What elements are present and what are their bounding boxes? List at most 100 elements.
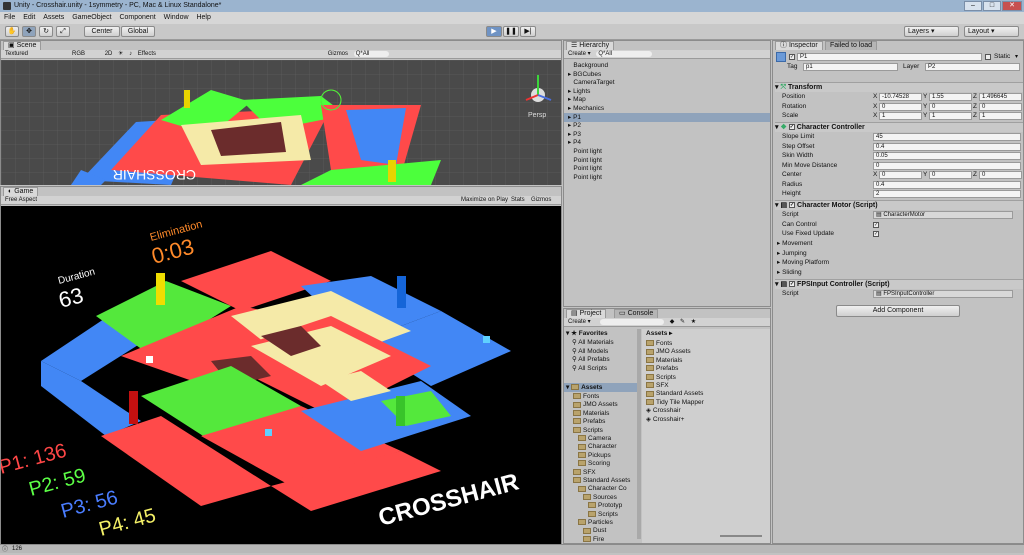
menu-component[interactable]: Component	[119, 14, 155, 21]
stats-toggle[interactable]: Stats	[511, 196, 525, 205]
aspect-dropdown[interactable]: Free Aspect	[5, 197, 37, 203]
tree-scrollbar[interactable]	[637, 329, 641, 539]
motor-script-field[interactable]: ▤ CharacterMotor	[873, 211, 1013, 219]
motor-foldout[interactable]: ▸ Movement	[777, 239, 812, 248]
character-controller-enabled[interactable]: ✓	[788, 124, 795, 131]
transform-z-field[interactable]: 1	[979, 112, 1022, 120]
favorite-item[interactable]: ⚲ All Scripts	[572, 364, 607, 373]
menu-assets[interactable]: Assets	[43, 14, 64, 21]
transform-x-field[interactable]: 0	[879, 102, 922, 111]
center-y-field[interactable]: 0	[929, 171, 972, 179]
fps-input-enabled[interactable]: ✓	[789, 281, 796, 288]
motor-foldout[interactable]: ▸ Sliding	[777, 268, 802, 277]
cc-value-field[interactable]: 0.4	[873, 142, 1021, 151]
tab-game[interactable]: ◐ Game	[3, 187, 39, 196]
filter-type-icon[interactable]: ◆	[670, 319, 675, 325]
layout-dropdown[interactable]: Layout ▾	[964, 26, 1019, 37]
tab-failed-to-load[interactable]: Failed to load	[825, 41, 878, 50]
hierarchy-search-input[interactable]: Q*All	[596, 51, 653, 57]
tab-hierarchy[interactable]: ☰ Hierarchy	[566, 41, 615, 50]
icon-size-slider[interactable]	[720, 535, 762, 537]
tab-console[interactable]: ▭ Console	[614, 309, 659, 318]
scale-tool-icon[interactable]: ⤢	[56, 26, 70, 37]
cc-value-field[interactable]: 0.4	[873, 180, 1021, 189]
game-viewport[interactable]: Elimination 0:03 Duration 63 P1: 136 P2:…	[1, 206, 561, 544]
hand-tool-icon[interactable]: ✋	[5, 26, 19, 37]
cc-value-field[interactable]: 45	[873, 133, 1021, 141]
menu-gameobject[interactable]: GameObject	[72, 14, 111, 21]
assets-breadcrumb[interactable]: Assets ▸	[646, 329, 672, 338]
game-gizmos-dropdown[interactable]: Gizmos	[531, 196, 551, 205]
menu-help[interactable]: Help	[196, 14, 210, 21]
static-checkbox[interactable]	[985, 54, 991, 60]
pivot-center-button[interactable]: Center	[84, 26, 120, 37]
effects-dropdown[interactable]: Effects	[138, 51, 156, 57]
shading-dropdown[interactable]: Textured	[5, 51, 28, 57]
tab-inspector[interactable]: ⓘ Inspector	[775, 41, 823, 50]
move-tool-icon[interactable]: ✥	[22, 26, 36, 37]
transform-z-field[interactable]: 1.496645	[979, 93, 1022, 101]
static-dropdown-icon[interactable]: ▾	[1015, 53, 1018, 60]
transform-header[interactable]: ▾ ⤧ Transform	[775, 82, 1023, 92]
fps-script-field[interactable]: ▤ FPSInputController	[873, 290, 1013, 298]
play-button[interactable]: ▶	[486, 26, 502, 37]
motor-foldout[interactable]: ▸ Jumping	[777, 249, 807, 258]
close-button[interactable]: ✕	[1002, 1, 1022, 11]
layer-dropdown[interactable]: P2	[925, 63, 1020, 71]
fps-input-header[interactable]: ▾ ▤ ✓ FPSInput Controller (Script)	[775, 279, 1023, 289]
transform-x-field[interactable]: -10.74528	[879, 93, 922, 101]
active-checkbox[interactable]: ✓	[789, 54, 795, 60]
transform-y-field[interactable]: 1	[929, 112, 972, 120]
character-motor-header[interactable]: ▾ ▤ ✓ Character Motor (Script)	[775, 200, 1023, 210]
character-motor-enabled[interactable]: ✓	[789, 202, 796, 209]
scene-viewport[interactable]: CROSSHAIR Persp	[1, 60, 561, 185]
center-z-field[interactable]: 0	[979, 171, 1022, 179]
transform-y-field[interactable]: 1.55	[929, 93, 972, 101]
center-x-field[interactable]: 0	[879, 171, 922, 179]
menu-window[interactable]: Window	[164, 14, 189, 21]
cc-value-field[interactable]: 0	[873, 161, 1021, 170]
menu-edit[interactable]: Edit	[23, 14, 35, 21]
cc-value-field[interactable]: 0.05	[873, 152, 1021, 160]
project-search-input[interactable]	[600, 319, 665, 325]
transform-z-field[interactable]: 0	[979, 102, 1022, 111]
transform-x-field[interactable]: 1	[879, 112, 922, 120]
hierarchy-item[interactable]: Point light	[564, 173, 770, 182]
cc-value-field[interactable]: 2	[873, 190, 1021, 198]
scene-search-input[interactable]: Q*All	[353, 51, 390, 57]
tab-project[interactable]: ▤ Project	[566, 309, 607, 318]
minimize-button[interactable]: –	[964, 1, 982, 11]
asset-item[interactable]: ◈ Crosshair+	[646, 415, 684, 424]
layers-dropdown[interactable]: Layers ▾	[904, 26, 959, 37]
asset-tree-item[interactable]: Fire	[583, 535, 604, 543]
pivot-global-button[interactable]: Global	[121, 26, 155, 37]
rgb-dropdown[interactable]: RGB	[72, 51, 85, 57]
hierarchy-create-button[interactable]: Create	[568, 51, 586, 57]
motor-foldout[interactable]: ▸ Moving Platform	[777, 258, 829, 267]
maximize-on-play-toggle[interactable]: Maximize on Play	[461, 196, 508, 205]
object-name-field[interactable]: P1	[797, 53, 982, 61]
tag-dropdown[interactable]: p1	[803, 63, 898, 71]
light-toggle-icon[interactable]: ☀	[118, 51, 123, 57]
audio-toggle-icon[interactable]: ♪	[129, 51, 132, 57]
2d-toggle[interactable]: 2D	[105, 51, 113, 57]
favorites-header[interactable]: ▾ ★ Favorites	[566, 329, 608, 338]
character-controller-header[interactable]: ▾ ❖ ✓ Character Controller	[775, 122, 1023, 132]
menu-file[interactable]: File	[4, 14, 15, 21]
transform-y-field[interactable]: 0	[929, 102, 972, 111]
pause-button[interactable]: ❚❚	[503, 26, 519, 37]
add-component-button[interactable]: Add Component	[836, 305, 960, 317]
filter-label-icon[interactable]: ✎	[680, 319, 685, 325]
step-button[interactable]: ▶|	[520, 26, 536, 37]
maximize-button[interactable]: □	[983, 1, 1001, 11]
tab-scene[interactable]: ▣ Scene	[3, 41, 42, 50]
rotate-tool-icon[interactable]: ↻	[39, 26, 53, 37]
use-fixed-update-checkbox[interactable]: ✓	[873, 231, 879, 237]
can-control-checkbox[interactable]: ✓	[873, 222, 879, 228]
scene-gizmos-dropdown[interactable]: Gizmos	[328, 51, 348, 57]
project-create-button[interactable]: Create	[568, 319, 586, 325]
saved-search-icon[interactable]: ★	[691, 319, 696, 325]
assets-root[interactable]: ▾ Assets	[564, 383, 638, 392]
hierarchy-item-label: P1	[573, 113, 582, 121]
scene-tab-icon: ▣	[8, 42, 17, 49]
